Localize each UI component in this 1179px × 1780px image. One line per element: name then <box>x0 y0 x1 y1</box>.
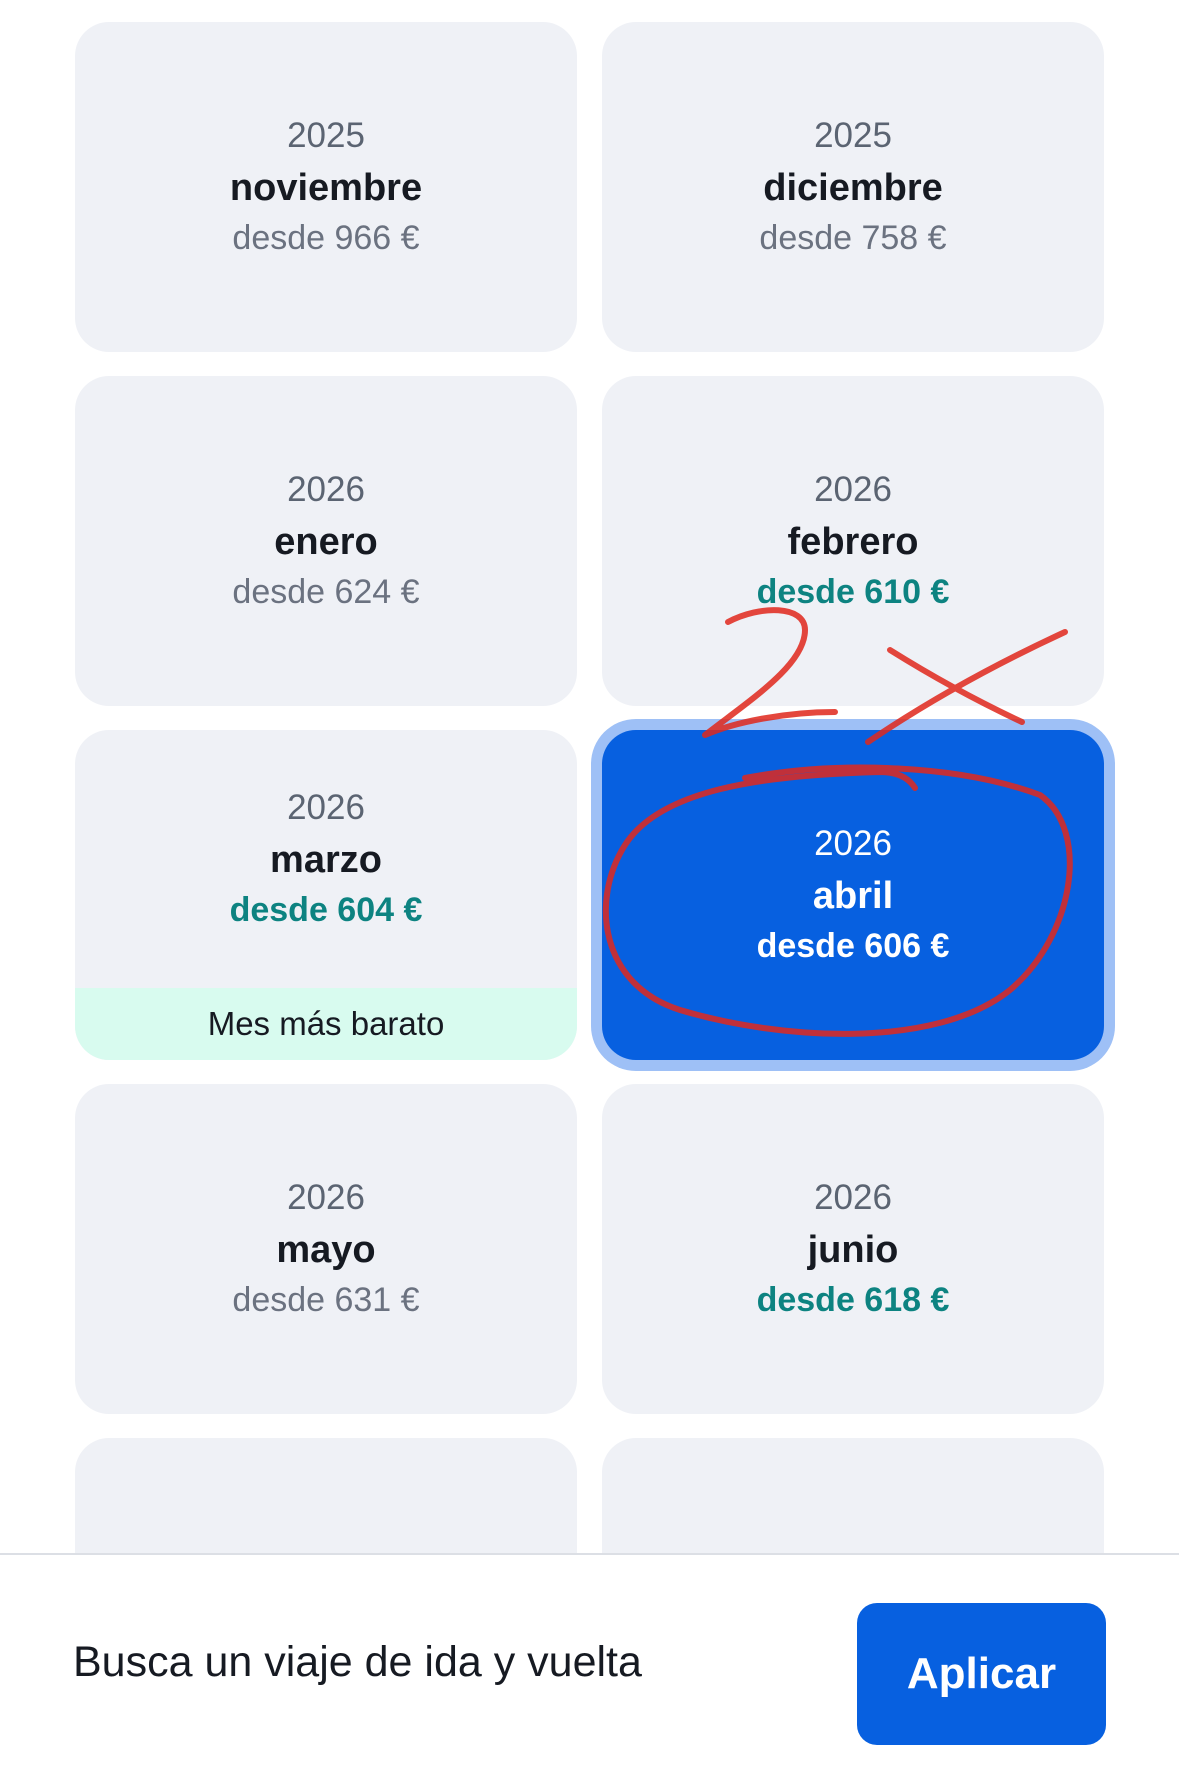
month-price: desde 606 € <box>756 927 950 965</box>
month-card-noviembre[interactable]: 2025 noviembre desde 966 € <box>75 22 577 352</box>
month-name: mayo <box>276 1229 376 1271</box>
month-price: desde 758 € <box>759 219 947 257</box>
month-year: 2025 <box>814 116 892 155</box>
month-price: desde 610 € <box>756 573 950 611</box>
month-year: 2026 <box>287 470 365 509</box>
month-name: noviembre <box>229 167 423 209</box>
month-card-junio[interactable]: 2026 junio desde 618 € <box>602 1084 1104 1414</box>
month-card-febrero[interactable]: 2026 febrero desde 610 € <box>602 376 1104 706</box>
month-card-partial[interactable]: 2026 <box>602 1438 1104 1553</box>
month-year: 2026 <box>287 788 365 827</box>
month-price: desde 631 € <box>232 1281 420 1319</box>
month-card-marzo[interactable]: 2026 marzo desde 604 € Mes más barato <box>75 730 577 1060</box>
month-name: diciembre <box>763 167 943 209</box>
round-trip-label[interactable]: Busca un viaje de ida y vuelta <box>73 1635 642 1689</box>
month-picker-screen: 2025 noviembre desde 966 € 2025 diciembr… <box>0 0 1179 1780</box>
month-year: 2026 <box>814 1178 892 1217</box>
month-name: marzo <box>270 839 382 881</box>
month-card-abril[interactable]: 2026 abril desde 606 € <box>602 730 1104 1060</box>
month-grid: 2025 noviembre desde 966 € 2025 diciembr… <box>0 0 1179 1553</box>
month-price: desde 604 € <box>229 891 423 929</box>
month-price: desde 618 € <box>756 1281 950 1319</box>
month-card-mayo[interactable]: 2026 mayo desde 631 € <box>75 1084 577 1414</box>
month-name: junio <box>807 1229 899 1271</box>
month-name: enero <box>274 521 378 563</box>
bottom-action-bar: Busca un viaje de ida y vuelta Aplicar <box>0 1553 1179 1780</box>
month-price: desde 966 € <box>232 219 420 257</box>
month-card-partial[interactable]: 2026 <box>75 1438 577 1553</box>
month-year: 2026 <box>814 470 892 509</box>
month-year: 2025 <box>287 116 365 155</box>
month-name: febrero <box>787 521 919 563</box>
month-year: 2026 <box>287 1178 365 1217</box>
cheapest-month-badge: Mes más barato <box>75 988 577 1060</box>
month-card-diciembre[interactable]: 2025 diciembre desde 758 € <box>602 22 1104 352</box>
month-card-enero[interactable]: 2026 enero desde 624 € <box>75 376 577 706</box>
month-price: desde 624 € <box>232 573 420 611</box>
month-name: abril <box>812 875 894 917</box>
month-year: 2026 <box>814 824 892 863</box>
apply-button[interactable]: Aplicar <box>857 1603 1106 1745</box>
